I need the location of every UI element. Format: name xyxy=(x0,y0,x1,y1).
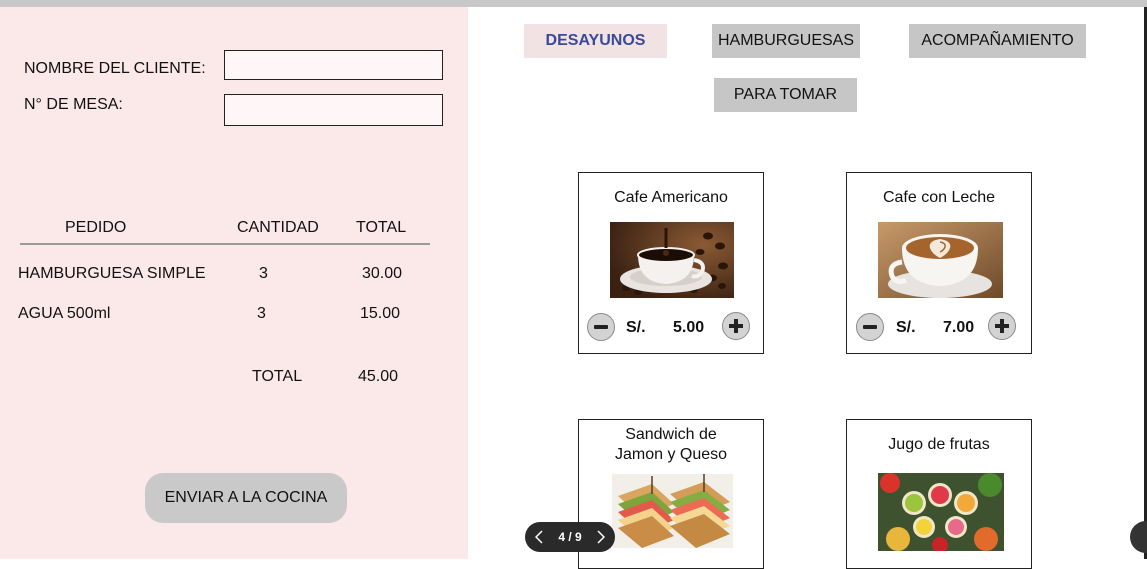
row-item: HAMBURGUESA SIMPLE xyxy=(18,265,206,282)
product-name: Cafe Americano xyxy=(614,189,728,206)
row-total: 30.00 xyxy=(362,265,403,282)
product-card-jugo-de-frutas: Jugo de frutas xyxy=(846,419,1032,569)
product-price: 7.00 xyxy=(943,319,975,336)
col-header-total: TOTAL xyxy=(356,219,407,236)
row-qty: 3 xyxy=(259,265,268,282)
chevron-left-icon[interactable] xyxy=(533,529,545,545)
decrease-quantity-button[interactable] xyxy=(587,313,615,341)
black-coffee-cup-icon xyxy=(610,222,734,298)
table-number-label: N° DE MESA: xyxy=(24,96,123,113)
increase-quantity-button[interactable] xyxy=(722,312,750,340)
top-bar xyxy=(0,0,1147,7)
client-name-label: NOMBRE DEL CLIENTE: xyxy=(24,60,206,77)
plus-icon xyxy=(995,319,1009,333)
floating-action-button[interactable] xyxy=(1130,521,1147,553)
fruit-juice-icon xyxy=(878,473,1004,551)
product-name: Cafe con Leche xyxy=(882,189,996,206)
product-card-cafe-con-leche: Cafe con Leche S/. 7.00 xyxy=(846,172,1032,354)
currency-symbol: S/. xyxy=(896,319,916,336)
tab-para-tomar[interactable]: PARA TOMAR xyxy=(714,78,857,112)
row-item: AGUA 500ml xyxy=(18,305,111,322)
latte-art-cup-icon xyxy=(878,222,1003,298)
product-card-cafe-americano: Cafe Americano S/. 5.00 xyxy=(578,172,764,354)
col-header-order: PEDIDO xyxy=(65,219,127,236)
table-number-input[interactable] xyxy=(224,94,443,126)
client-name-input[interactable] xyxy=(224,50,443,80)
send-to-kitchen-button[interactable]: ENVIAR A LA COCINA xyxy=(145,473,347,523)
currency-symbol: S/. xyxy=(626,319,646,336)
tab-desayunos[interactable]: DESAYUNOS xyxy=(524,24,667,58)
decrease-quantity-button[interactable] xyxy=(856,313,884,341)
row-total: 15.00 xyxy=(360,305,401,322)
row-qty: 3 xyxy=(257,305,266,322)
product-price: 5.00 xyxy=(673,319,705,336)
plus-icon xyxy=(729,319,743,333)
col-header-quantity: CANTIDAD xyxy=(237,219,319,236)
grand-total-label: TOTAL xyxy=(252,368,303,385)
increase-quantity-button[interactable] xyxy=(988,312,1016,340)
product-name: Jugo de frutas xyxy=(888,436,990,453)
club-sandwich-icon xyxy=(612,474,733,548)
grand-total-value: 45.00 xyxy=(358,368,399,385)
table-divider xyxy=(20,243,430,245)
minus-icon xyxy=(863,325,877,329)
tab-hamburguesas[interactable]: HAMBURGUESAS xyxy=(712,24,860,58)
product-name-line-2: Jamon y Queso xyxy=(614,446,728,463)
minus-icon xyxy=(594,325,608,329)
tab-acompanamiento[interactable]: ACOMPAÑAMIENTO xyxy=(909,24,1086,58)
chevron-right-icon[interactable] xyxy=(595,529,607,545)
product-name-line-1: Sandwich de xyxy=(625,426,717,443)
slide-pager: 4 / 9 xyxy=(525,522,615,552)
page-indicator: 4 / 9 xyxy=(558,530,582,544)
